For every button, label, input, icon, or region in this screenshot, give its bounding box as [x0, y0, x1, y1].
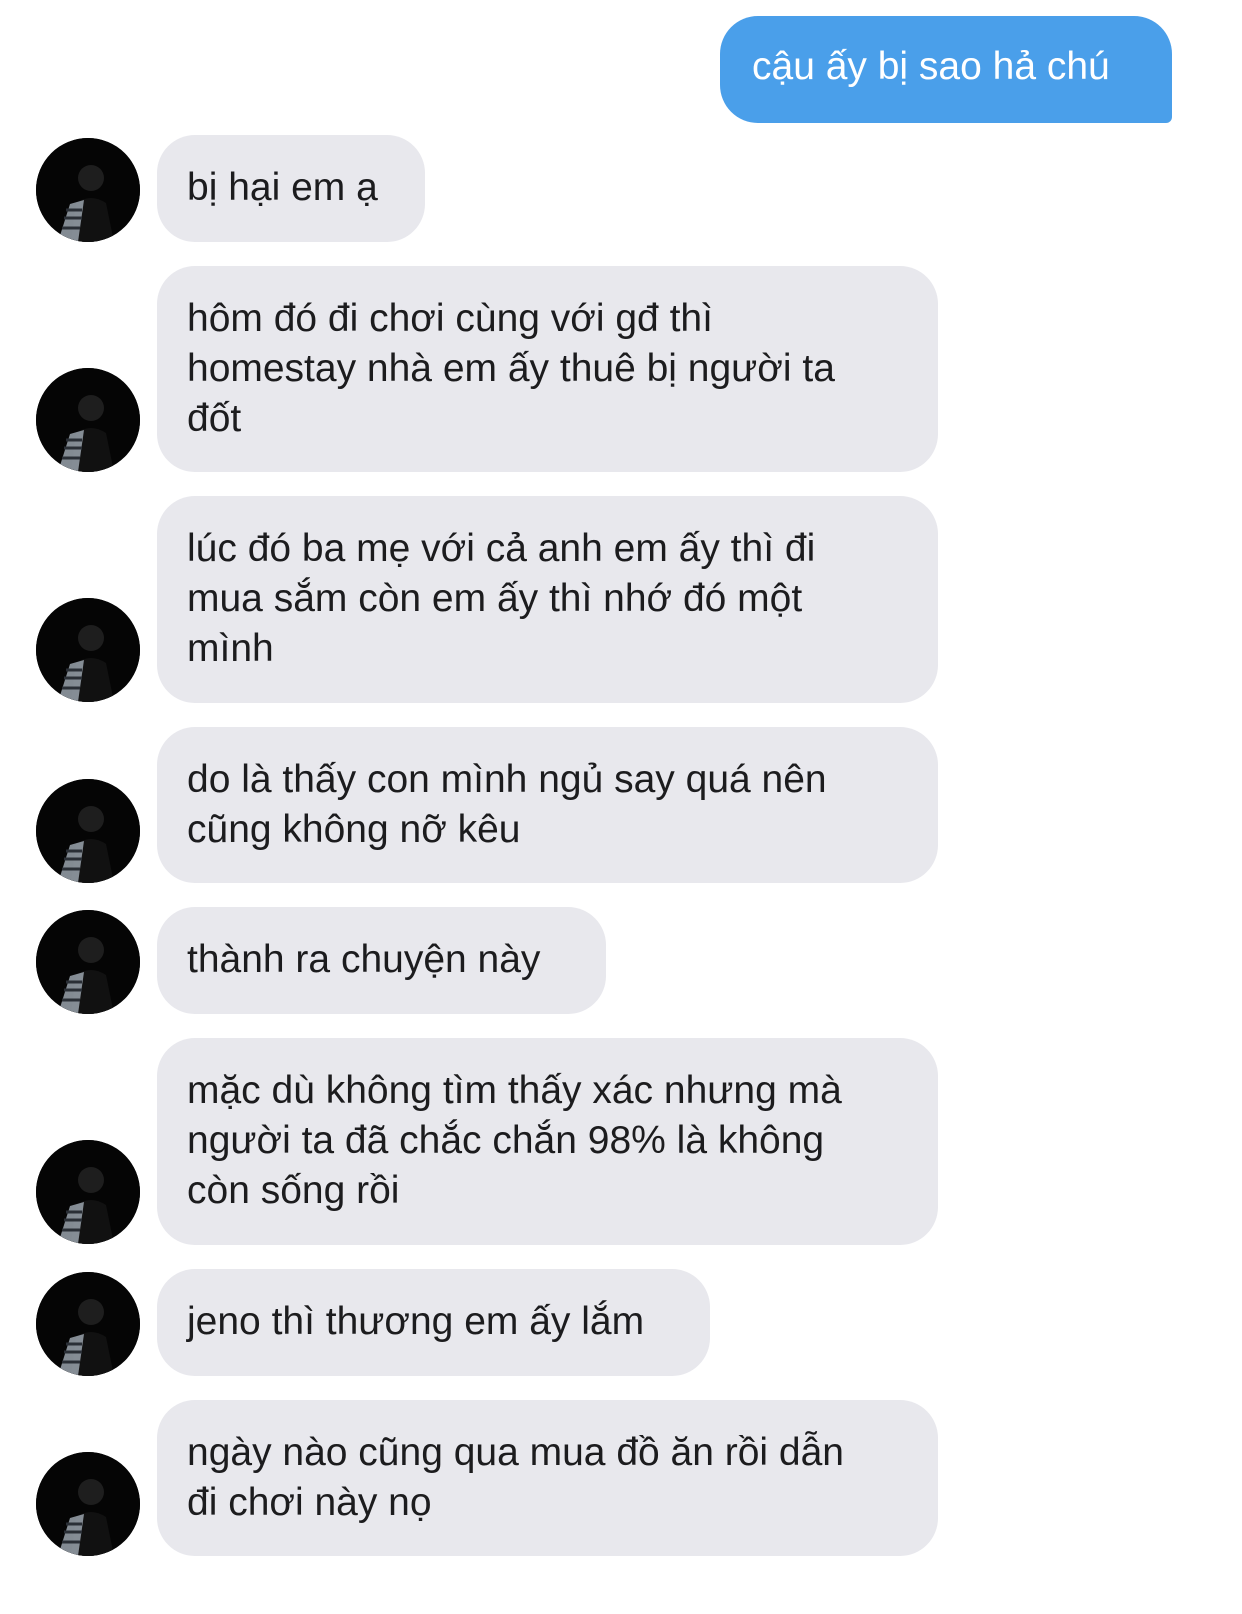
incoming-message-bubble[interactable]: bị hại em ạ [157, 135, 425, 242]
message-line: jeno thì thương em ấy lắm [187, 1300, 645, 1343]
contact-avatar-icon[interactable] [36, 1452, 140, 1556]
message-line: thành ra chuyện này [187, 938, 541, 981]
contact-avatar-icon[interactable] [36, 1140, 140, 1244]
incoming-message-bubble[interactable]: hôm đó đi chơi cùng với gđ thì homestay … [157, 266, 938, 472]
message-line: mặc dù không tìm thấy xác nhưng mà [187, 1069, 842, 1112]
outgoing-message-text: cậu ấy bị sao hả chú [752, 45, 1110, 88]
message-line: đốt [187, 397, 242, 440]
message-line: cũng không nỡ kêu [187, 808, 521, 851]
message-line: homestay nhà em ấy thuê bị người ta [187, 347, 835, 390]
message-line: do là thấy con mình ngủ say quá nên [187, 758, 827, 801]
incoming-message-bubble[interactable]: mặc dù không tìm thấy xác nhưng mà người… [157, 1038, 938, 1245]
message-line: ngày nào cũng qua mua đồ ăn rồi dẫn [187, 1431, 845, 1474]
message-line: lúc đó ba mẹ với cả anh em ấy thì đi [187, 527, 816, 570]
contact-avatar-icon[interactable] [36, 598, 140, 702]
incoming-message-bubble[interactable]: ngày nào cũng qua mua đồ ăn rồi dẫn đi c… [157, 1400, 938, 1556]
message-line: mua sắm còn em ấy thì nhớ đó một [187, 577, 803, 620]
incoming-message-bubble[interactable]: lúc đó ba mẹ với cả anh em ấy thì đi mua… [157, 496, 938, 703]
message-line: còn sống rồi [187, 1169, 400, 1212]
contact-avatar-icon[interactable] [36, 138, 140, 242]
contact-avatar-icon[interactable] [36, 1272, 140, 1376]
message-line: đi chơi này nọ [187, 1481, 432, 1524]
message-line: bị hại em ạ [187, 166, 378, 209]
contact-avatar-icon[interactable] [36, 779, 140, 883]
incoming-message-bubble[interactable]: jeno thì thương em ấy lắm [157, 1269, 710, 1376]
contact-avatar-icon[interactable] [36, 910, 140, 1014]
message-line: mình [187, 627, 274, 670]
message-line: người ta đã chắc chắn 98% là không [187, 1119, 825, 1162]
incoming-message-bubble[interactable]: do là thấy con mình ngủ say quá nên cũng… [157, 727, 938, 883]
incoming-message-bubble[interactable]: thành ra chuyện này [157, 907, 606, 1014]
contact-avatar-icon[interactable] [36, 368, 140, 472]
message-line: hôm đó đi chơi cùng với gđ thì [187, 297, 713, 340]
outgoing-message-bubble[interactable]: cậu ấy bị sao hả chú [720, 16, 1172, 123]
